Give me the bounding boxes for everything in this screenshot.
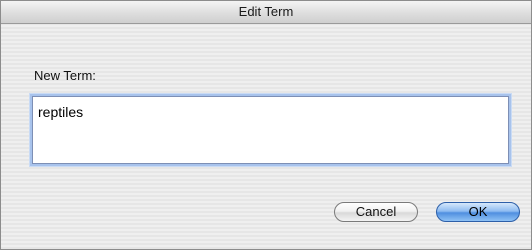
edit-term-dialog: Edit Term New Term: reptiles Cancel OK <box>0 0 532 250</box>
title-bar[interactable]: Edit Term <box>1 1 531 24</box>
new-term-field[interactable]: reptiles <box>32 96 509 164</box>
cancel-button[interactable]: Cancel <box>334 202 418 222</box>
ok-button[interactable]: OK <box>436 202 520 222</box>
new-term-label: New Term: <box>34 68 96 83</box>
dialog-title: Edit Term <box>238 4 294 19</box>
